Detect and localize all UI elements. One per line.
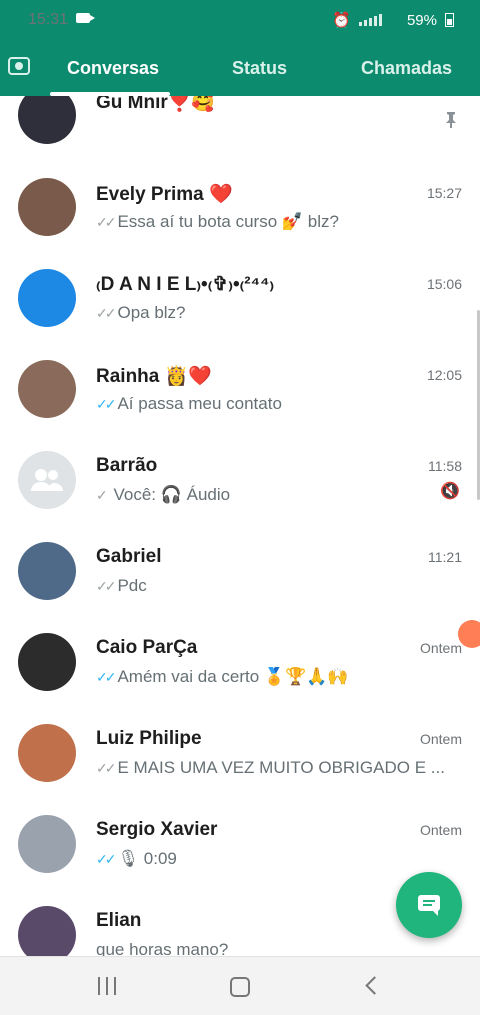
home-icon[interactable] <box>230 977 250 997</box>
chat-name: Gabriel <box>96 546 162 567</box>
screen-record-icon <box>76 13 95 23</box>
chat-list[interactable]: Gu Mnir❣️🥰 Evely Prima ❤️ 15:27 ✓✓ Essa a… <box>0 96 480 956</box>
chat-preview: ✓✓ Pdc <box>96 576 147 595</box>
chat-row[interactable]: Gu Mnir❣️🥰 <box>0 96 480 176</box>
chat-row[interactable]: Evely Prima ❤️ 15:27 ✓✓ Essa aí tu bota c… <box>0 168 480 258</box>
pin-icon <box>446 112 456 128</box>
chat-time: 11:21 <box>428 549 462 565</box>
chat-name: Barrão <box>96 455 158 476</box>
tab-conversas[interactable]: Conversas <box>67 58 159 79</box>
avatar <box>18 633 76 691</box>
chat-preview: ✓✓ Amém vai da certo 🏅🏆🙏🙌 <box>96 667 349 686</box>
status-bar: 15:31 ⏰ 59% <box>0 0 480 40</box>
avatar <box>18 542 76 600</box>
chat-time: 11:58 <box>428 458 462 474</box>
double-check-icon: ✓✓ <box>96 578 117 594</box>
battery-percent: 59% <box>406 11 437 29</box>
chat-preview: ✓✓ E MAIS UMA VEZ MUITO OBRIGADO E ... <box>96 758 445 777</box>
new-chat-button[interactable] <box>396 872 462 938</box>
chat-preview: ✓ Você: 🎧 Áudio <box>96 485 231 504</box>
chat-time: 12:05 <box>426 367 462 383</box>
chat-row[interactable]: Luiz Philipe Ontem ✓✓ E MAIS UMA VEZ MUIT… <box>0 714 480 804</box>
floating-bubble[interactable] <box>458 620 480 648</box>
chat-row[interactable]: Rainha 👸❤️ 12:05 ✓✓ Aí passa meu contato <box>0 350 480 440</box>
chat-name: Elian <box>96 910 142 931</box>
double-check-icon: ✓✓ <box>96 305 117 321</box>
chat-row[interactable]: Barrão 11:58 ✓ Você: 🎧 Áudio 🔇 <box>0 441 480 531</box>
chat-name: Caio ParÇa <box>96 637 198 658</box>
message-icon <box>418 895 440 916</box>
chat-name: ₍D A N I E L₎•₍✞₎•₍²⁴⁴₎ <box>96 274 275 295</box>
camera-icon[interactable] <box>8 57 30 75</box>
signal-icon <box>358 14 399 26</box>
group-avatar <box>18 451 76 509</box>
chat-preview: ✓✓ Essa aí tu bota curso 💅 blz? <box>96 212 339 231</box>
tab-bar: Conversas Status Chamadas <box>0 40 480 96</box>
double-check-icon: ✓✓ <box>96 214 117 230</box>
chat-row[interactable]: Gabriel 11:21 ✓✓ Pdc <box>0 532 480 622</box>
tab-status[interactable]: Status <box>232 58 287 79</box>
chat-row[interactable]: Caio ParÇa Ontem ✓✓ Amém vai da certo 🏅🏆🙏… <box>0 623 480 713</box>
double-check-icon: ✓✓ <box>96 760 117 776</box>
chat-name: Luiz Philipe <box>96 728 202 749</box>
double-check-icon: ✓✓ <box>96 851 117 867</box>
group-icon <box>31 469 63 491</box>
chat-time: Ontem <box>419 822 462 838</box>
avatar <box>18 815 76 873</box>
chat-time: 15:06 <box>426 276 462 292</box>
status-right: ⏰ 59% <box>332 11 454 29</box>
avatar <box>18 178 76 236</box>
chat-preview: que horas mano? <box>96 940 229 956</box>
chat-preview: ✓✓ 🎙 0:09 <box>96 849 177 868</box>
chat-time: Ontem <box>419 640 462 656</box>
avatar <box>18 724 76 782</box>
alarm-icon: ⏰ <box>332 12 351 29</box>
recent-apps-icon[interactable] <box>96 977 118 995</box>
navigation-bar <box>0 956 480 1015</box>
chat-row[interactable]: ₍D A N I E L₎•₍✞₎•₍²⁴⁴₎ 15:06 ✓✓ Opa blz? <box>0 259 480 349</box>
avatar <box>18 906 76 956</box>
battery-icon <box>445 13 454 27</box>
chat-time: 15:27 <box>426 185 462 201</box>
avatar <box>18 360 76 418</box>
chat-name: Rainha 👸❤️ <box>96 366 212 387</box>
chat-preview: ✓✓ Aí passa meu contato <box>96 394 282 413</box>
tab-chamadas[interactable]: Chamadas <box>361 58 452 79</box>
avatar <box>18 96 76 144</box>
double-check-icon: ✓✓ <box>96 669 117 685</box>
chat-name: Gu Mnir❣️🥰 <box>96 96 216 113</box>
mute-icon: 🔇 <box>440 483 460 500</box>
chat-preview: ✓✓ Opa blz? <box>96 303 186 322</box>
chat-name: Sergio Xavier <box>96 819 218 840</box>
chat-name: Evely Prima ❤️ <box>96 184 233 205</box>
back-icon[interactable] <box>365 976 384 995</box>
avatar <box>18 269 76 327</box>
check-icon: ✓ <box>96 487 108 503</box>
double-check-icon: ✓✓ <box>96 396 117 412</box>
chat-time: Ontem <box>419 731 462 747</box>
